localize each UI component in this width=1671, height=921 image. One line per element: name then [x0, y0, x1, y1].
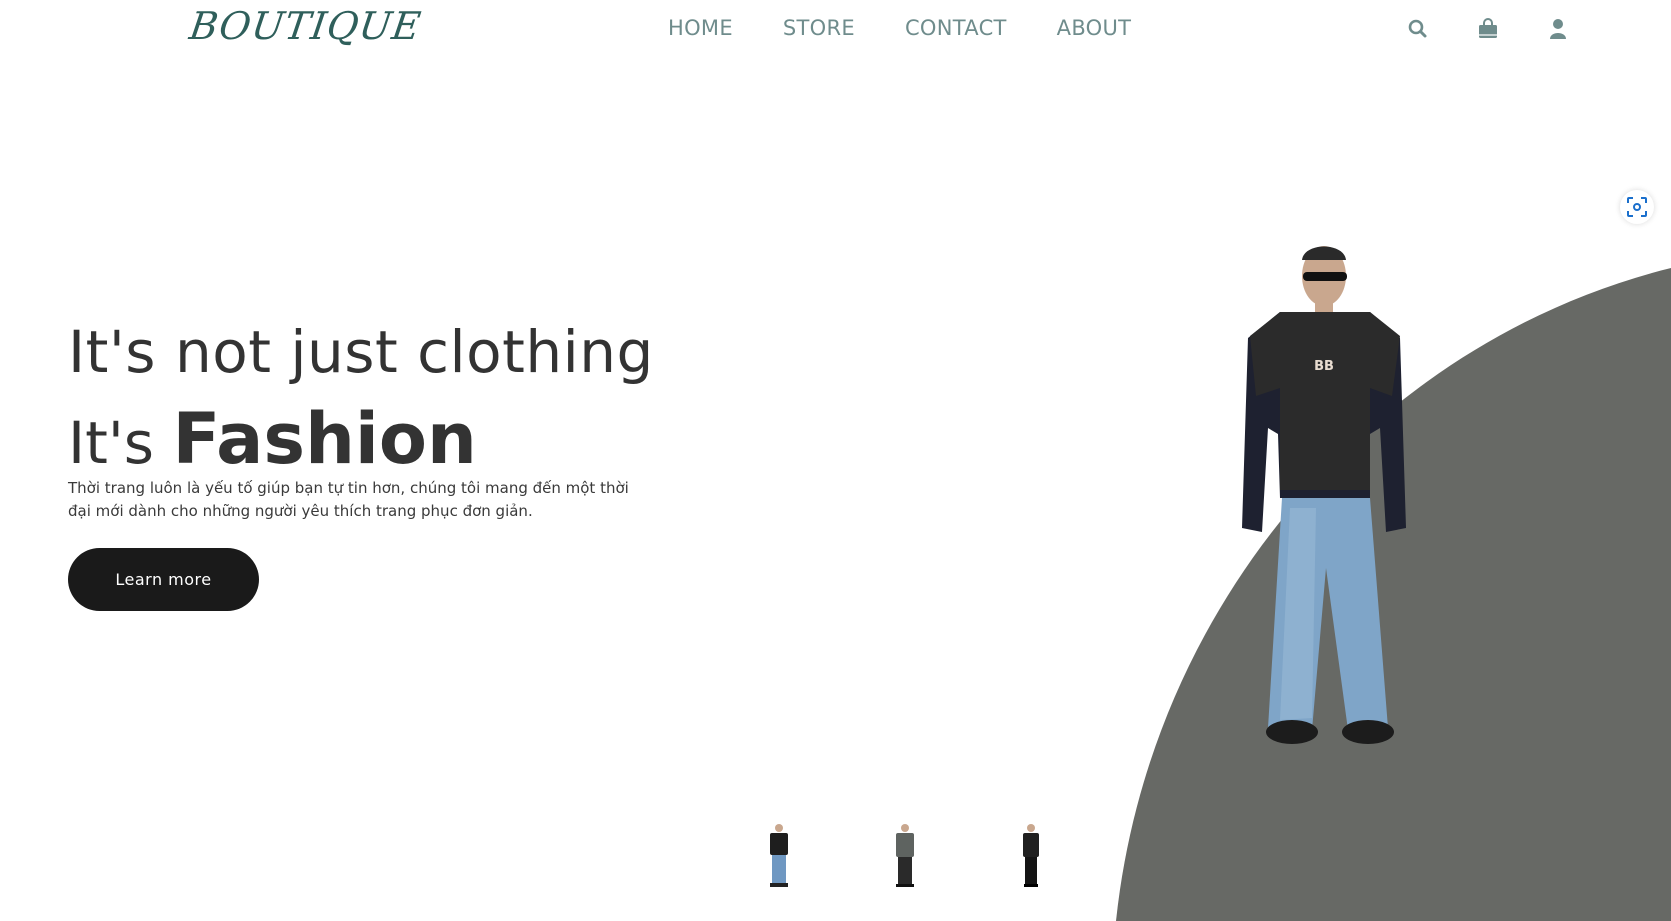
nav-about[interactable]: ABOUT: [1057, 16, 1132, 40]
learn-more-button[interactable]: Learn more: [68, 548, 259, 611]
logo[interactable]: BOUTIQUE: [187, 4, 424, 48]
hero-title-line2: It's Fashion: [68, 398, 477, 480]
hero-title-line1: It's not just clothing: [68, 318, 654, 386]
model-image: BB: [1242, 246, 1406, 744]
scan-icon[interactable]: [1620, 190, 1654, 224]
hero-title-prefix: It's: [68, 409, 173, 477]
shopping-bag-icon[interactable]: [1475, 16, 1501, 42]
svg-text:BB: BB: [1314, 359, 1334, 374]
main-nav: HOME STORE CONTACT ABOUT: [668, 16, 1131, 40]
user-icon[interactable]: [1545, 16, 1571, 42]
header-icons: [1405, 16, 1571, 42]
hero-title-emphasis: Fashion: [172, 398, 477, 480]
thumbnail-strip: [762, 822, 1048, 890]
nav-store[interactable]: STORE: [783, 16, 855, 40]
hero-description: Thời trang luôn là yếu tố giúp bạn tự ti…: [68, 479, 629, 520]
nav-contact[interactable]: CONTACT: [905, 16, 1007, 40]
thumbnail-2[interactable]: [888, 822, 922, 890]
search-icon[interactable]: [1405, 16, 1431, 42]
thumbnail-1[interactable]: [762, 822, 796, 890]
nav-home[interactable]: HOME: [668, 16, 733, 40]
thumbnail-3[interactable]: [1014, 822, 1048, 890]
